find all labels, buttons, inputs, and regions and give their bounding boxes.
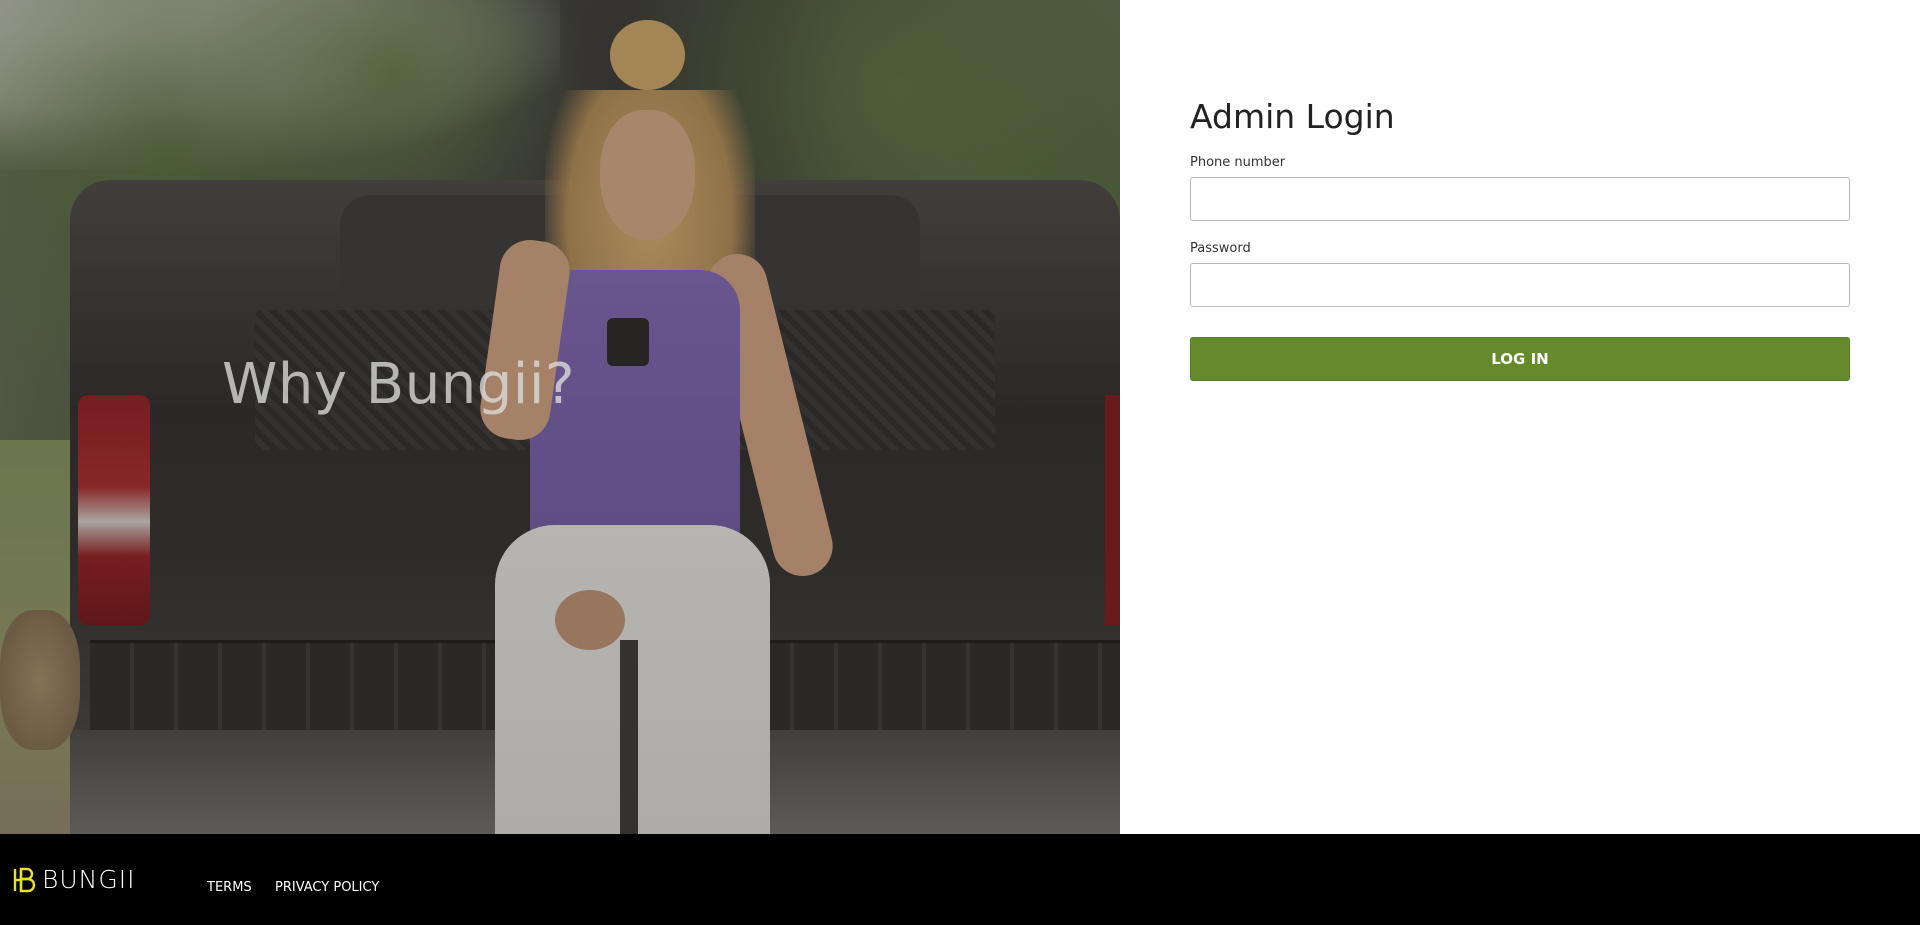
login-title: Admin Login — [1190, 97, 1395, 136]
privacy-policy-link[interactable]: PRIVACY POLICY — [275, 880, 379, 896]
hero-image-panel: Why Bungii? — [0, 0, 1120, 834]
terms-link[interactable]: TERMS — [207, 880, 252, 896]
phone-label: Phone number — [1190, 155, 1286, 170]
hero-title: Why Bungii? — [222, 352, 576, 417]
password-input[interactable] — [1190, 263, 1850, 307]
login-form: Admin Login Phone number Password LOG IN — [1190, 95, 1850, 381]
phone-number-input[interactable] — [1190, 177, 1850, 221]
brand-logo[interactable]: BUNGII — [12, 864, 136, 896]
phone-field-group: Phone number — [1190, 155, 1850, 221]
page: Why Bungii? Admin Login Phone number Pas… — [0, 0, 1920, 925]
login-panel: Admin Login Phone number Password LOG IN — [1120, 0, 1920, 834]
password-field-group: Password — [1190, 241, 1850, 307]
footer: BUNGII TERMS PRIVACY POLICY — [0, 834, 1920, 925]
bungii-logo-icon — [13, 867, 36, 893]
brand-name: BUNGII — [42, 865, 136, 894]
login-button[interactable]: LOG IN — [1190, 337, 1850, 381]
password-label: Password — [1190, 241, 1251, 256]
